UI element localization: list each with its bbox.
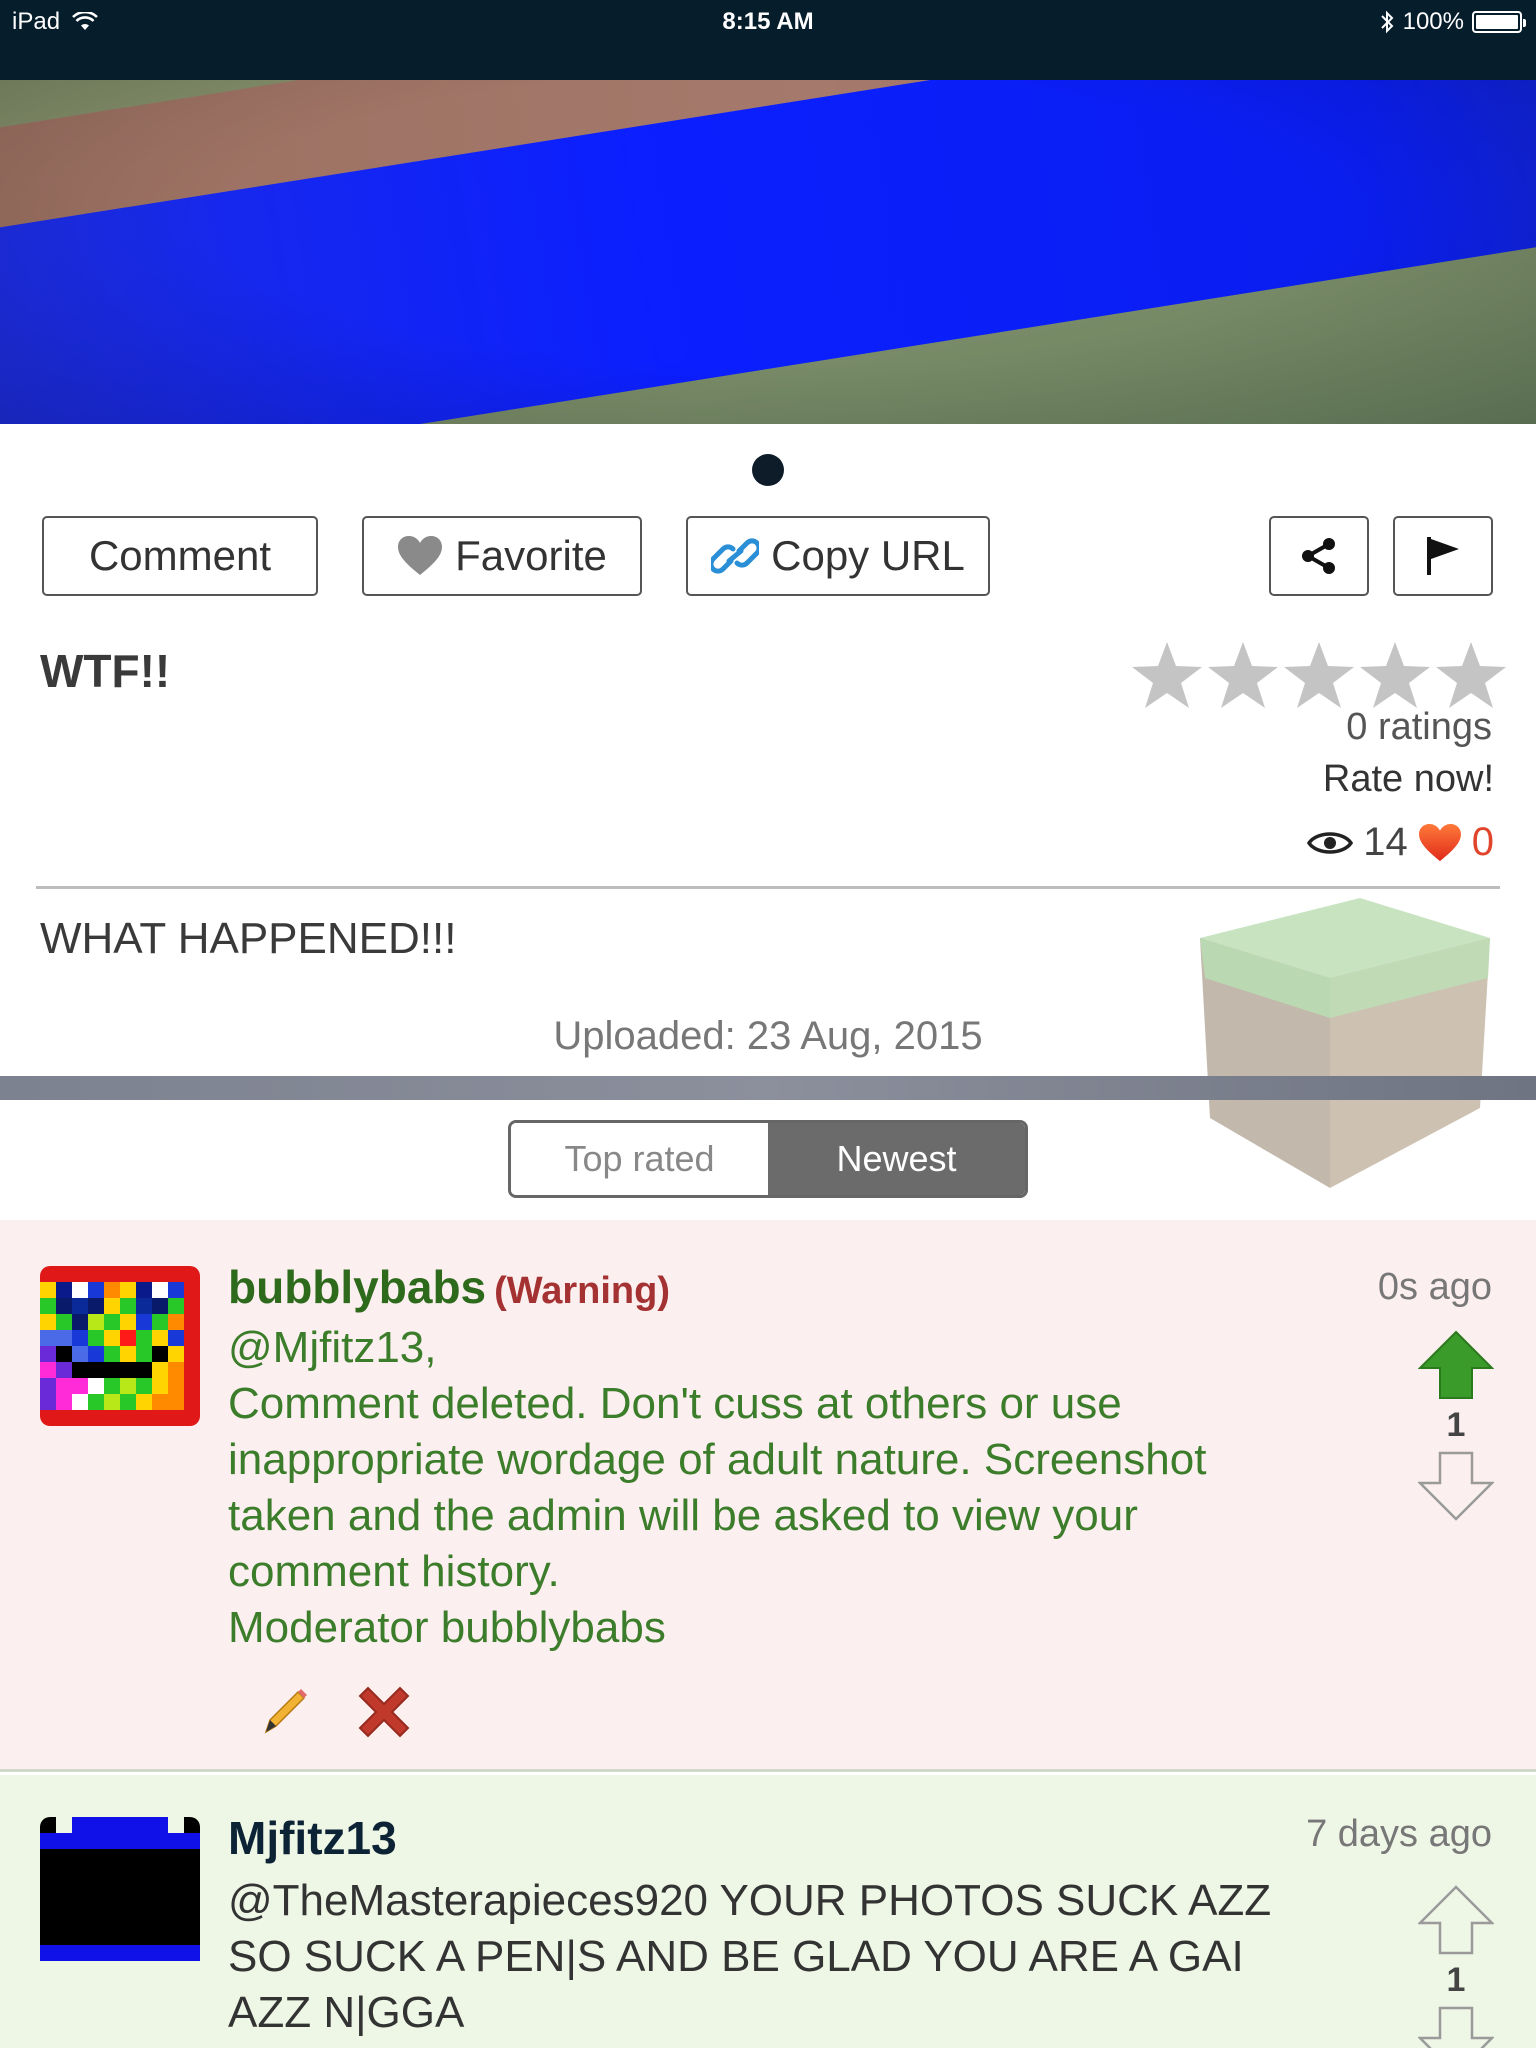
delete-x-icon[interactable]	[352, 1680, 416, 1744]
views-count: 14	[1363, 820, 1408, 864]
copy-url-button-label: Copy URL	[771, 532, 965, 579]
star-rating[interactable]	[1130, 640, 1508, 710]
post-title: WTF!!	[40, 645, 171, 697]
comment-line: comment history.	[228, 1547, 560, 1596]
favorite-button[interactable]: Favorite	[362, 516, 642, 596]
comment-line: AZZ N|GGA	[228, 1988, 465, 2037]
avatar[interactable]	[40, 1266, 200, 1426]
favorite-button-label: Favorite	[455, 532, 607, 579]
share-button[interactable]	[1269, 516, 1369, 596]
comment-time: 7 days ago	[1306, 1813, 1492, 1855]
tab-top-rated[interactable]: Top rated	[511, 1123, 768, 1195]
eye-icon	[1307, 831, 1354, 854]
comment-text: @TheMasterapieces920 YOUR PHOTOS SUCK AZ…	[228, 1873, 1348, 2041]
likes-count: 0	[1471, 820, 1494, 864]
battery-percent: 100%	[1402, 8, 1464, 35]
page-indicator-dot	[752, 454, 784, 486]
comment-line: taken and the admin will be asked to vie…	[228, 1491, 1138, 1540]
comment-line: inappropriate wordage of adult nature. S…	[228, 1435, 1207, 1484]
section-divider	[36, 886, 1500, 889]
comment-username[interactable]: Mjfitz13	[228, 1811, 397, 1865]
heart-icon	[1418, 823, 1461, 861]
comment-actions	[256, 1680, 416, 1744]
ratings-count: 0 ratings	[1346, 706, 1492, 748]
comment-line: Comment deleted. Don't cuss at others or…	[228, 1379, 1122, 1428]
bluetooth-icon	[1380, 10, 1394, 34]
flag-icon	[1427, 537, 1459, 575]
comment-username-text[interactable]: bubblybabs	[228, 1261, 486, 1313]
star-icon[interactable]	[1130, 640, 1204, 710]
upload-date: Uploaded: 23 Aug, 2015	[553, 1014, 983, 1058]
upvote-arrow-icon[interactable]	[1418, 1885, 1494, 1955]
post-stats: 14 0	[1307, 820, 1494, 865]
vote-control: 1	[1416, 1885, 1496, 2048]
tab-newest[interactable]: Newest	[768, 1123, 1025, 1195]
share-icon	[1302, 538, 1335, 574]
section-separator-bar	[0, 1076, 1536, 1100]
battery-icon	[1472, 11, 1526, 33]
status-right: 100%	[1379, 8, 1526, 36]
comment-item: Mjfitz13 7 days ago @TheMasterapieces920…	[0, 1775, 1536, 2048]
comment-item: bubblybabs (Warning) 0s ago @Mjfitz13, Co…	[0, 1220, 1536, 1772]
warning-badge: (Warning)	[494, 1270, 671, 1312]
status-bar: iPad 8:15 AM 100%	[0, 0, 1536, 80]
vote-count: 1	[1446, 1406, 1466, 1444]
vote-control: 1	[1416, 1330, 1496, 1521]
status-time: 8:15 AM	[722, 8, 814, 35]
downvote-arrow-icon[interactable]	[1418, 2006, 1494, 2048]
comment-line: @TheMasterapieces920 YOUR PHOTOS SUCK AZ…	[228, 1876, 1272, 1925]
comment-line: Moderator bubblybabs	[228, 1603, 666, 1652]
post-photo[interactable]	[0, 80, 1536, 424]
star-icon[interactable]	[1434, 640, 1508, 710]
comment-line: SO SUCK A PEN|S AND BE GLAD YOU ARE A GA…	[228, 1932, 1244, 1981]
comment-text: @Mjfitz13, Comment deleted. Don't cuss a…	[228, 1320, 1348, 1656]
copy-url-button[interactable]: Copy URL	[686, 516, 990, 596]
upvote-arrow-icon[interactable]	[1418, 1330, 1494, 1400]
link-icon	[711, 538, 760, 574]
comment-button[interactable]: Comment	[42, 516, 318, 596]
report-flag-button[interactable]	[1393, 516, 1493, 596]
edit-pencil-icon[interactable]	[256, 1684, 312, 1740]
star-icon[interactable]	[1282, 640, 1356, 710]
rate-now-link[interactable]: Rate now!	[1323, 758, 1494, 801]
star-icon[interactable]	[1358, 640, 1432, 710]
downvote-arrow-icon[interactable]	[1418, 1451, 1494, 1521]
comment-button-label: Comment	[88, 532, 272, 579]
heart-icon	[398, 536, 443, 575]
comment-time: 0s ago	[1377, 1266, 1492, 1308]
comment-username[interactable]: bubblybabs (Warning)	[228, 1260, 670, 1314]
photo-shade	[0, 80, 1536, 424]
comment-sort-control[interactable]: Top rated Newest	[508, 1120, 1028, 1198]
vote-count: 1	[1446, 1961, 1466, 1999]
comment-line: @Mjfitz13,	[228, 1323, 437, 1372]
star-icon[interactable]	[1206, 640, 1280, 710]
avatar[interactable]	[40, 1817, 200, 1977]
post-description: WHAT HAPPENED!!!	[40, 914, 457, 963]
